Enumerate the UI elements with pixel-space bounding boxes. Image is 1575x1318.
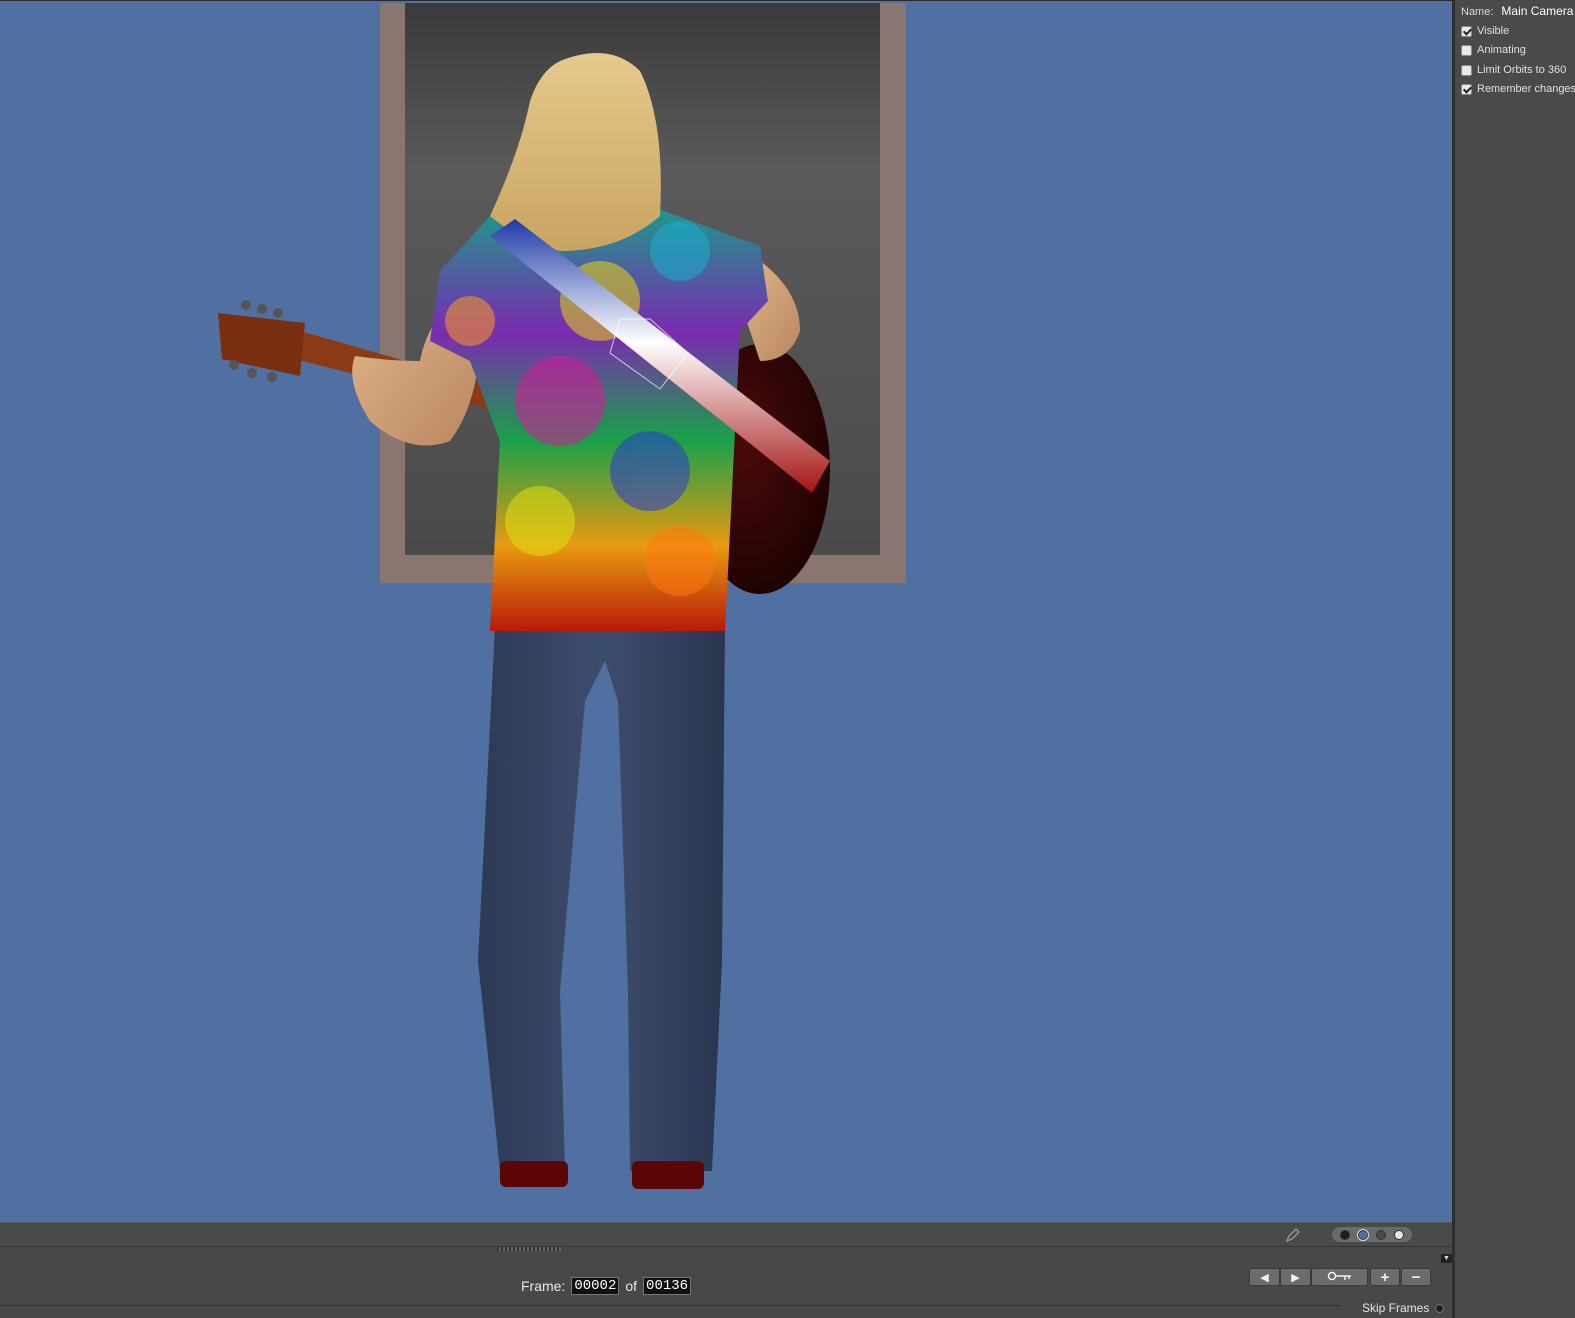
right-shoe [632,1161,704,1189]
limit-orbits-checkbox[interactable] [1461,64,1472,76]
animating-checkbox[interactable] [1461,44,1472,56]
keyframe-button[interactable] [1311,1268,1368,1286]
plus-icon: + [1380,1268,1390,1286]
animation-timeline: ▼ Frame: 00002 of 00136 ◀ ▶ + − [0,1246,1452,1318]
camera-name-row: Name: Main Camera [1461,4,1573,18]
name-label: Name: [1461,6,1494,18]
left-shoe [500,1161,568,1187]
limit-orbits-option[interactable]: Limit Orbits to 360 [1461,64,1566,76]
swatch-white[interactable] [1394,1229,1404,1240]
add-keyframe-button[interactable]: + [1370,1268,1400,1286]
minus-icon: − [1411,1268,1421,1286]
total-frames-field[interactable]: 00136 [643,1277,692,1295]
3d-viewport[interactable] [0,0,1452,1223]
skip-frames-label: Skip Frames [1362,1301,1430,1315]
camera-properties-panel: Name: Main Camera Visible Animating Limit… [1452,0,1575,1318]
limit-orbits-label: Limit Orbits to 360 [1477,64,1567,76]
pencil-icon[interactable] [1285,1227,1301,1248]
timeline-resize-grip[interactable] [497,1247,561,1251]
timeline-menu-dropdown[interactable]: ▼ [1441,1254,1452,1263]
key-icon [1327,1271,1353,1284]
prev-icon: ◀ [1260,1271,1269,1284]
swatch-blue[interactable] [1357,1228,1369,1241]
scene-render[interactable] [0,1,1452,1223]
swatch-black[interactable] [1340,1229,1350,1240]
jeans [478,626,725,1171]
timeline-divider [0,1305,1340,1306]
swatch-gray[interactable] [1376,1229,1386,1240]
frame-counter: Frame: 00002 of 00136 [521,1277,697,1295]
viewport-toolbar [0,1222,1452,1246]
next-frame-button[interactable]: ▶ [1280,1268,1311,1286]
animating-label: Animating [1477,44,1526,56]
skip-frames-option[interactable]: Skip Frames [1362,1301,1445,1315]
of-label: of [625,1278,638,1294]
next-icon: ▶ [1291,1271,1300,1284]
current-frame-field[interactable]: 00002 [571,1277,620,1295]
visible-option[interactable]: Visible [1461,25,1509,37]
visible-label: Visible [1477,25,1510,37]
camera-name-field[interactable]: Main Camera [1501,4,1573,18]
remove-keyframe-button[interactable]: − [1401,1268,1431,1286]
frame-label: Frame: [521,1278,566,1294]
visible-checkbox[interactable] [1461,25,1472,37]
remember-changes-label: Remember changes [1477,83,1575,95]
skip-frames-radio[interactable] [1435,1303,1445,1313]
remember-changes-option[interactable]: Remember changes [1461,83,1575,95]
panel-splitter[interactable] [1452,600,1455,670]
animating-option[interactable]: Animating [1461,44,1526,56]
background-color-swatches [1332,1227,1412,1242]
prev-frame-button[interactable]: ◀ [1249,1268,1280,1286]
remember-changes-checkbox[interactable] [1461,83,1472,95]
